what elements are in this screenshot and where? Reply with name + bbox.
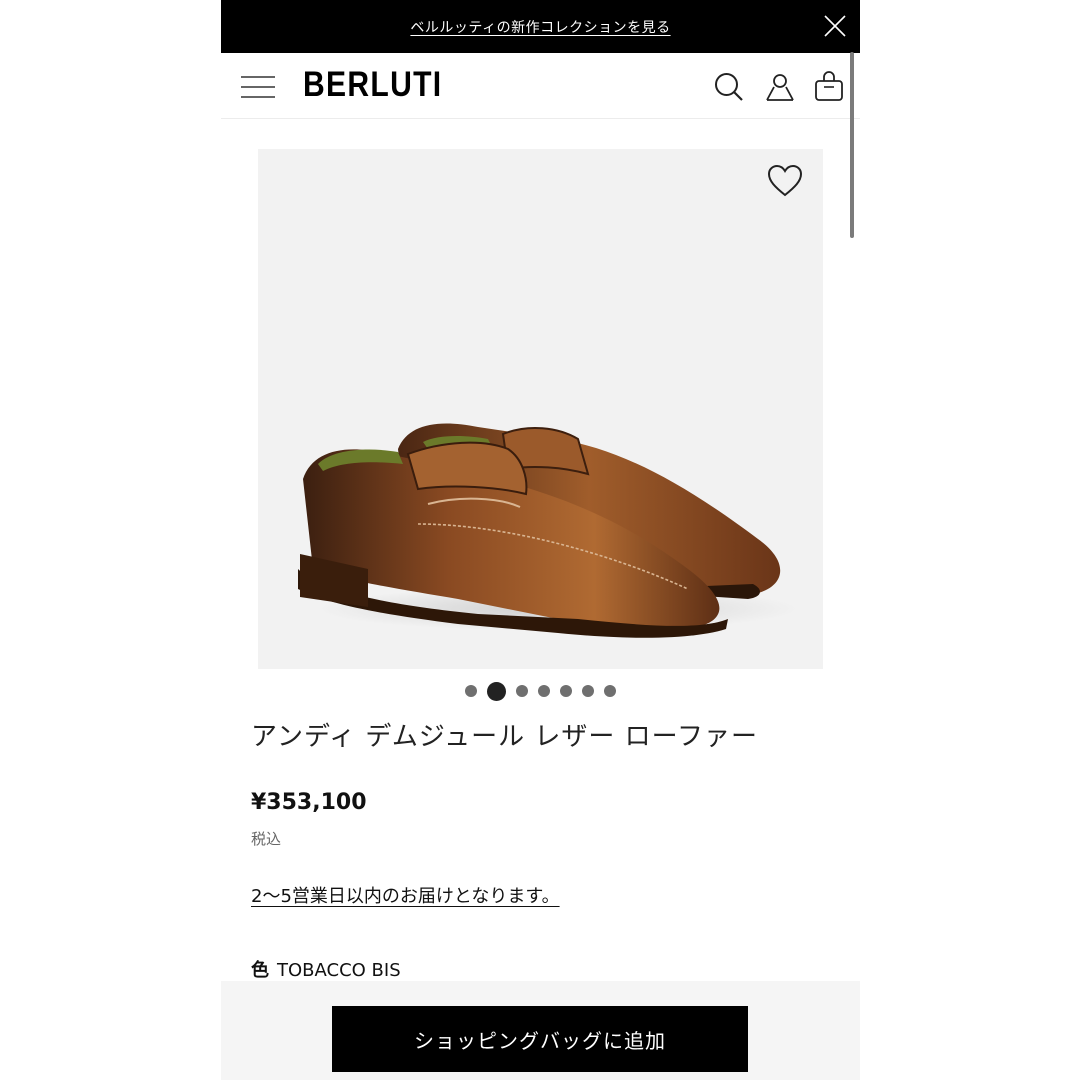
- scrollbar[interactable]: [850, 52, 854, 238]
- gallery-dot[interactable]: [582, 685, 594, 697]
- gallery-dot-active[interactable]: [487, 681, 506, 701]
- close-icon[interactable]: [822, 13, 848, 39]
- gallery-dot[interactable]: [538, 685, 550, 697]
- product-page: ベルルッティの新作コレクションを見る BERLUTI アンディ デムジュール レ…: [221, 0, 860, 1080]
- product-image[interactable]: [258, 149, 823, 669]
- site-header: BERLUTI: [221, 53, 860, 119]
- gallery-dot[interactable]: [604, 685, 616, 697]
- search-icon[interactable]: [713, 71, 745, 103]
- product-title: アンディ デムジュール レザー ローファー: [251, 722, 759, 752]
- add-to-bag-button[interactable]: ショッピングバッグに追加: [332, 1006, 748, 1072]
- promo-link[interactable]: ベルルッティの新作コレクションを見る: [410, 17, 670, 37]
- sticky-footer: ショッピングバッグに追加: [221, 981, 860, 1080]
- bag-icon[interactable]: [813, 71, 845, 103]
- product-price: ¥353,100: [251, 790, 367, 815]
- menu-icon[interactable]: [241, 74, 275, 100]
- color-row: 色 TOBACCO BIS: [251, 956, 401, 982]
- tax-note: 税込: [251, 830, 282, 848]
- gallery-dots: [221, 680, 860, 702]
- gallery-dot[interactable]: [465, 685, 477, 697]
- gallery-dot[interactable]: [560, 685, 572, 697]
- color-value: TOBACCO BIS: [277, 960, 401, 981]
- heart-icon[interactable]: [767, 164, 803, 198]
- promo-bar: ベルルッティの新作コレクションを見る: [221, 0, 860, 53]
- account-icon[interactable]: [764, 71, 796, 103]
- brand-logo[interactable]: BERLUTI: [303, 65, 442, 105]
- loafer-image: [298, 423, 798, 638]
- color-label: 色: [251, 960, 269, 981]
- gallery-dot[interactable]: [516, 685, 528, 697]
- delivery-link[interactable]: 2〜5営業日以内のお届けとなります。: [251, 882, 560, 908]
